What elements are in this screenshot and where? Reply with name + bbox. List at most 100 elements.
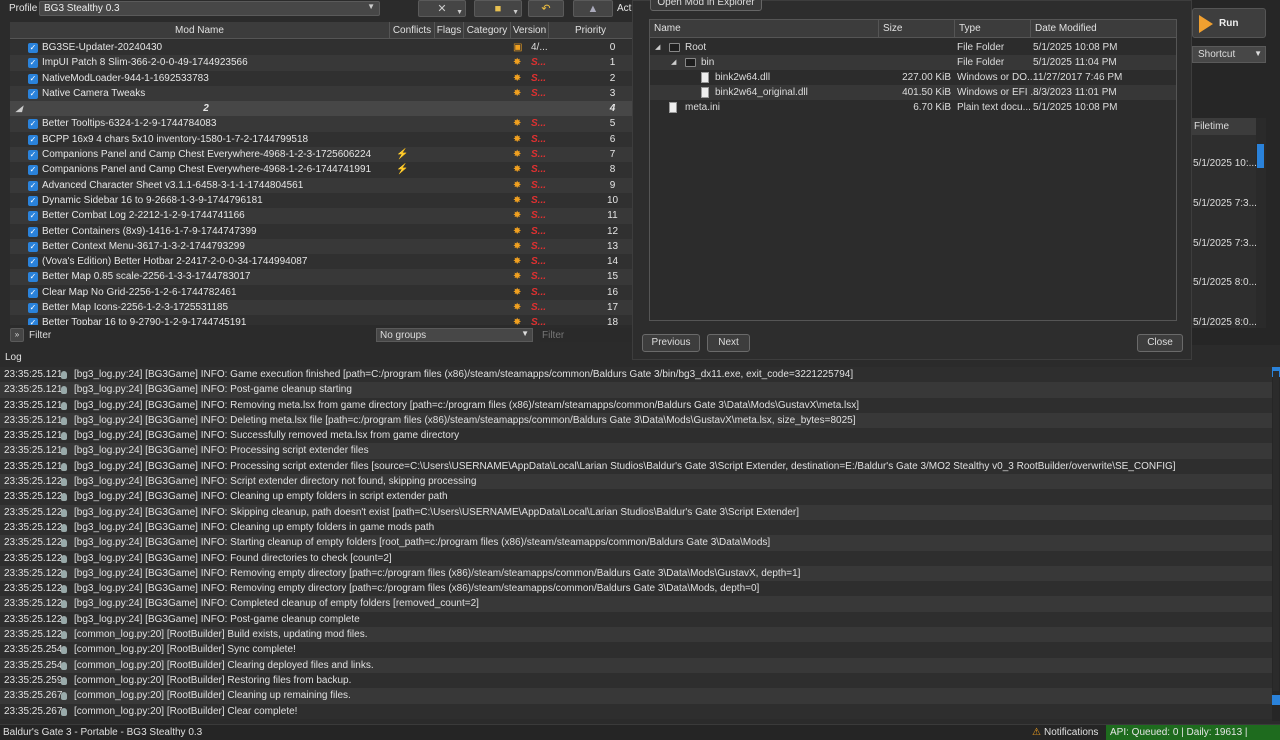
open-in-explorer-button[interactable]: Open Mod in Explorer bbox=[650, 0, 762, 11]
next-button[interactable]: Next bbox=[707, 334, 750, 352]
mod-enabled-checkbox[interactable]: ✓ bbox=[28, 58, 38, 69]
column-flags[interactable]: Flags bbox=[435, 22, 464, 39]
shortcut-select[interactable]: Shortcut ▼ bbox=[1192, 46, 1266, 63]
mod-enabled-checkbox[interactable]: ✓ bbox=[28, 73, 38, 84]
mod-row[interactable]: ✓ Better Topbar 16 to 9-2790-1-2-9-174474… bbox=[10, 315, 632, 325]
mod-enabled-checkbox[interactable]: ✓ bbox=[28, 318, 38, 325]
groups-select[interactable]: No groups ▼ bbox=[376, 328, 533, 342]
log-entry[interactable]: 23:35:25.267 [common_log.py:20] [RootBuil… bbox=[0, 703, 1280, 719]
mod-row[interactable]: ✓ Companions Panel and Camp Chest Everywh… bbox=[10, 162, 632, 178]
separator-row[interactable]: ◢ 2 4 bbox=[10, 101, 632, 117]
mod-enabled-checkbox[interactable]: ✓ bbox=[28, 43, 38, 53]
open-folder-button[interactable]: ■ ▼ bbox=[474, 0, 522, 17]
mod-row[interactable]: ✓ Better Map Icons-2256-1-2-3-1725531185 ✸… bbox=[10, 300, 632, 316]
tree-row-file[interactable]: meta.ini 6.70 KiB Plain text docu... 5/1… bbox=[650, 100, 1176, 115]
close-button[interactable]: Close bbox=[1137, 334, 1183, 352]
log-entry[interactable]: 23:35:25.259 [common_log.py:20] [RootBuil… bbox=[0, 672, 1280, 689]
file-name: meta.ini bbox=[685, 102, 721, 113]
tree-row-file[interactable]: bink2w64.dll 227.00 KiB Windows or DO...… bbox=[650, 70, 1176, 85]
mod-row[interactable]: ✓ Companions Panel and Camp Chest Everywh… bbox=[10, 147, 632, 163]
log-entry[interactable]: 23:35:25.122 [bg3_log.py:24] [BG3Game] IN… bbox=[0, 581, 1280, 597]
mod-enabled-checkbox[interactable]: ✓ bbox=[28, 226, 38, 237]
column-type[interactable]: Type bbox=[955, 20, 1031, 38]
notifications-button[interactable]: ⚠ Notifications bbox=[1032, 727, 1098, 738]
column-filetime[interactable]: Filetime bbox=[1192, 118, 1256, 135]
mod-row[interactable]: ✓ Advanced Character Sheet v3.1.1-6458-3-… bbox=[10, 177, 632, 193]
mod-row[interactable]: ✓ Better Map 0.85 scale-2256-1-3-3-174478… bbox=[10, 269, 632, 285]
mod-row[interactable]: ✓ BG3SE-Updater-20240430 ▣ 4/... 0 bbox=[10, 40, 632, 56]
collapse-arrow-icon[interactable]: ◢ bbox=[671, 55, 676, 70]
log-entry[interactable]: 23:35:25.121 [bg3_log.py:24] [BG3Game] IN… bbox=[0, 412, 1280, 429]
mod-enabled-checkbox[interactable]: ✓ bbox=[28, 119, 38, 130]
profile-select[interactable]: BG3 Stealthy 0.3 ▼ bbox=[39, 1, 380, 16]
mod-row[interactable]: ✓ Clear Map No Grid-2256-1-2-6-1744782461… bbox=[10, 284, 632, 301]
log-entry[interactable]: 23:35:25.267 [common_log.py:20] [RootBuil… bbox=[0, 688, 1280, 704]
mod-row[interactable]: ✓ NativeModLoader-944-1-1692533783 ✸ S... 2 bbox=[10, 70, 632, 86]
mod-enabled-checkbox[interactable]: ✓ bbox=[28, 150, 38, 161]
column-name[interactable]: Name bbox=[650, 20, 879, 38]
log-entry[interactable]: 23:35:25.122 [bg3_log.py:24] [BG3Game] IN… bbox=[0, 504, 1280, 520]
column-mod-name[interactable]: Mod Name bbox=[10, 22, 390, 39]
log-entry[interactable]: 23:35:25.122 [bg3_log.py:24] [BG3Game] IN… bbox=[0, 519, 1280, 536]
log-scrollbar[interactable] bbox=[1272, 367, 1280, 721]
filter-input[interactable] bbox=[540, 328, 632, 342]
mod-row[interactable]: ✓ ImpUI Patch 8 Slim-366-2-0-0-49-1744923… bbox=[10, 55, 632, 71]
mod-enabled-checkbox[interactable]: ✓ bbox=[28, 303, 38, 314]
log-entry[interactable]: 23:35:25.121 [bg3_log.py:24] [BG3Game] IN… bbox=[0, 397, 1280, 413]
scrollbar-thumb[interactable] bbox=[1273, 371, 1279, 691]
tree-row-root[interactable]: ◢ Root File Folder 5/1/2025 10:08 PM bbox=[650, 40, 1176, 55]
column-priority[interactable]: Priority bbox=[549, 22, 632, 39]
log-entry[interactable]: 23:35:25.121 [bg3_log.py:24] [BG3Game] IN… bbox=[0, 428, 1280, 444]
mod-enabled-checkbox[interactable]: ✓ bbox=[28, 165, 38, 176]
log-entry[interactable]: 23:35:25.121 [bg3_log.py:24] [BG3Game] IN… bbox=[0, 367, 1280, 383]
log-entry[interactable]: 23:35:25.122 [bg3_log.py:24] [BG3Game] IN… bbox=[0, 535, 1280, 551]
log-entry[interactable]: 23:35:25.254 [common_log.py:20] [RootBuil… bbox=[0, 642, 1280, 658]
column-version[interactable]: Version bbox=[511, 22, 549, 39]
column-date-modified[interactable]: Date Modified bbox=[1031, 20, 1176, 38]
tree-row-file[interactable]: bink2w64_original.dll 401.50 KiB Windows… bbox=[650, 85, 1176, 100]
settings-button[interactable]: ▲ bbox=[573, 0, 613, 17]
undo-button[interactable]: ↶ bbox=[528, 0, 564, 17]
log-entry[interactable]: 23:35:25.122 [bg3_log.py:24] [BG3Game] IN… bbox=[0, 474, 1280, 490]
log-entry[interactable]: 23:35:25.122 [bg3_log.py:24] [BG3Game] IN… bbox=[0, 596, 1280, 612]
scroll-down-icon[interactable] bbox=[1272, 695, 1280, 705]
log-entry[interactable]: 23:35:25.254 [common_log.py:20] [RootBuil… bbox=[0, 657, 1280, 673]
mod-row[interactable]: ✓ Native Camera Tweaks ✸ S... 3 bbox=[10, 85, 632, 102]
mod-row[interactable]: ✓ Better Context Menu-3617-1-3-2-17447932… bbox=[10, 238, 632, 255]
log-entry[interactable]: 23:35:25.121 [bg3_log.py:24] [BG3Game] IN… bbox=[0, 458, 1280, 475]
column-size[interactable]: Size bbox=[879, 20, 955, 38]
previous-button[interactable]: Previous bbox=[642, 334, 700, 352]
mod-enabled-checkbox[interactable]: ✓ bbox=[28, 195, 38, 206]
filter-toggle-button[interactable]: » bbox=[10, 328, 24, 342]
scrollbar-thumb[interactable] bbox=[1257, 144, 1264, 168]
mod-row[interactable]: ✓ Better Tooltips-6324-1-2-9-1744784083 ✸ S… bbox=[10, 116, 632, 132]
mod-enabled-checkbox[interactable]: ✓ bbox=[28, 272, 38, 283]
tools-button[interactable]: ✕ ▼ bbox=[418, 0, 466, 17]
column-category[interactable]: Category bbox=[464, 22, 511, 39]
log-entry[interactable]: 23:35:25.121 [bg3_log.py:24] [BG3Game] IN… bbox=[0, 382, 1280, 398]
filetime-scrollbar[interactable] bbox=[1256, 118, 1266, 328]
mod-enabled-checkbox[interactable]: ✓ bbox=[28, 88, 38, 99]
mod-enabled-checkbox[interactable]: ✓ bbox=[28, 257, 38, 268]
mod-row[interactable]: ✓ BCPP 16x9 4 chars 5x10 inventory-1580-1… bbox=[10, 131, 632, 148]
mod-enabled-checkbox[interactable]: ✓ bbox=[28, 211, 38, 222]
mod-row[interactable]: ✓ Better Combat Log 2-2212-1-2-9-17447411… bbox=[10, 208, 632, 224]
mod-enabled-checkbox[interactable]: ✓ bbox=[28, 134, 38, 145]
mod-row[interactable]: ✓ (Vova's Edition) Better Hotbar 2-2417-2… bbox=[10, 254, 632, 270]
tree-row-bin[interactable]: ◢ bin File Folder 5/1/2025 11:04 PM bbox=[650, 55, 1176, 70]
column-conflicts[interactable]: Conflicts bbox=[390, 22, 435, 39]
mod-enabled-checkbox[interactable]: ✓ bbox=[28, 241, 38, 252]
run-button[interactable]: Run bbox=[1192, 8, 1266, 38]
mod-row[interactable]: ✓ Better Containers (8x9)-1416-1-7-9-1744… bbox=[10, 223, 632, 239]
mod-enabled-checkbox[interactable]: ✓ bbox=[28, 287, 38, 298]
collapse-arrow-icon[interactable]: ◢ bbox=[655, 40, 660, 55]
mod-row[interactable]: ✓ Dynamic Sidebar 16 to 9-2668-1-3-9-1744… bbox=[10, 192, 632, 209]
log-entry[interactable]: 23:35:25.122 [common_log.py:20] [RootBuil… bbox=[0, 627, 1280, 643]
log-entry[interactable]: 23:35:25.122 [bg3_log.py:24] [BG3Game] IN… bbox=[0, 611, 1280, 628]
log-entry[interactable]: 23:35:25.122 [bg3_log.py:24] [BG3Game] IN… bbox=[0, 550, 1280, 566]
log-entry[interactable]: 23:35:25.122 [bg3_log.py:24] [BG3Game] IN… bbox=[0, 565, 1280, 582]
log-entry[interactable]: 23:35:25.122 [bg3_log.py:24] [BG3Game] IN… bbox=[0, 489, 1280, 505]
mod-enabled-checkbox[interactable]: ✓ bbox=[28, 180, 38, 191]
file-date: 5/1/2025 10:08 PM bbox=[1033, 102, 1118, 113]
log-entry[interactable]: 23:35:25.121 [bg3_log.py:24] [BG3Game] IN… bbox=[0, 443, 1280, 459]
